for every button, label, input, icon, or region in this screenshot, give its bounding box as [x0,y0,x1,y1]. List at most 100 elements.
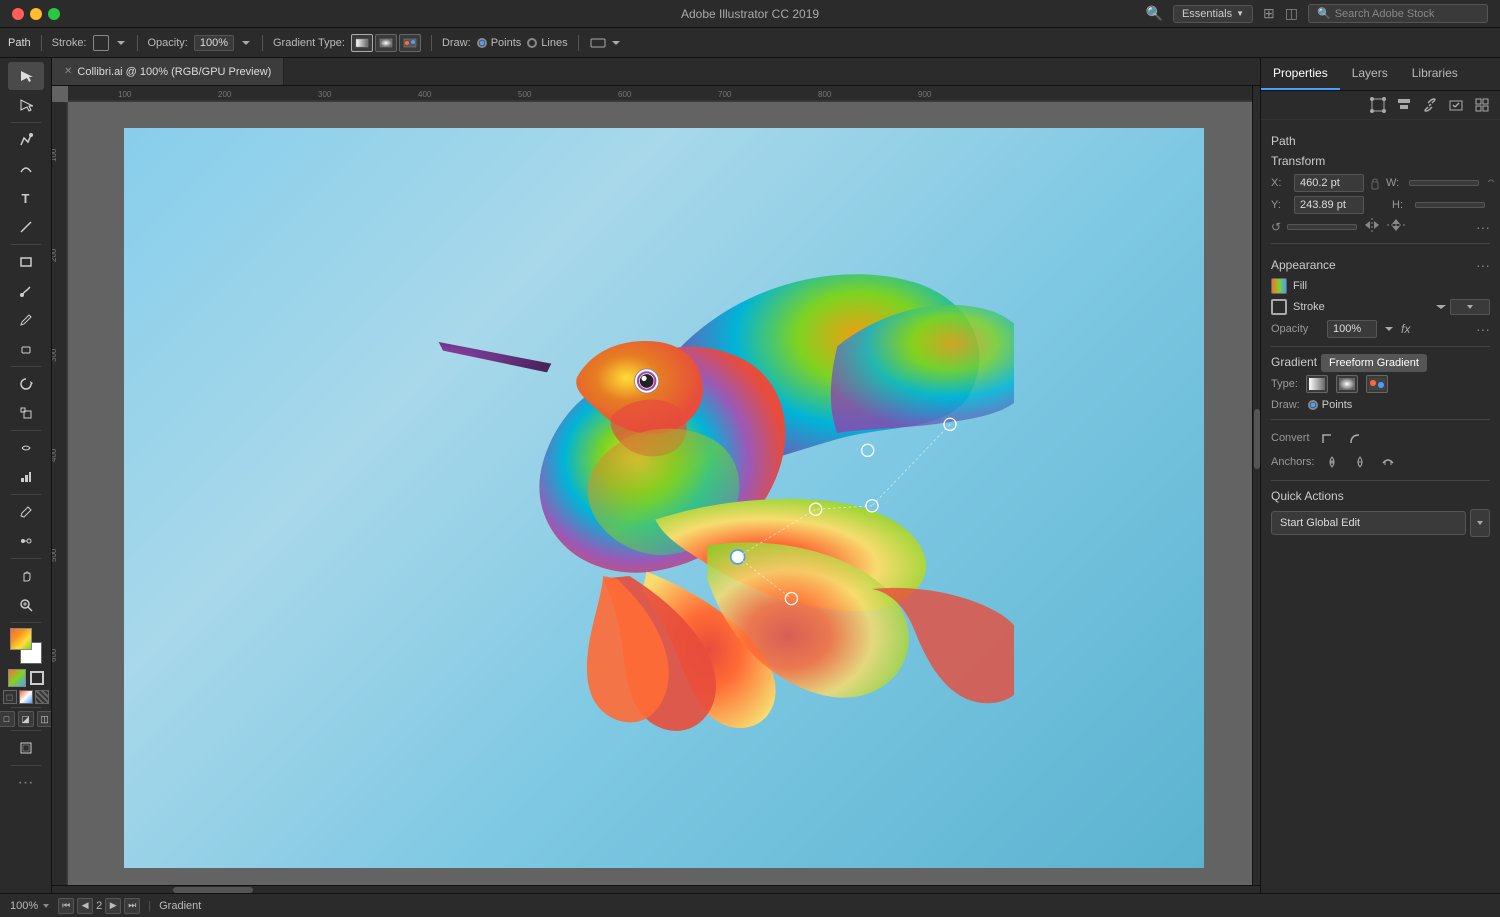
tab-layers[interactable]: Layers [1340,58,1400,90]
draw-normal-btn[interactable]: □ [0,711,15,727]
column-graph-tool[interactable] [8,463,44,491]
gradient-fill-btn[interactable] [19,690,33,704]
search-stock-icon: 🔍 [1317,7,1331,20]
points-radio[interactable] [477,38,487,48]
vertical-scrollbar-thumb[interactable] [1254,409,1260,469]
panel-icon[interactable]: ◫ [1285,5,1298,22]
global-edit-dropdown[interactable] [1470,509,1490,537]
search-stock-input[interactable]: 🔍 Search Adobe Stock [1308,4,1488,23]
selection-tool[interactable] [8,62,44,90]
embed-icon[interactable] [1446,95,1466,115]
radial-gradient-btn[interactable] [1336,375,1358,393]
h-value[interactable] [1415,202,1485,208]
scale-tool[interactable] [8,399,44,427]
tab-libraries[interactable]: Libraries [1400,58,1470,90]
arrange-icon[interactable]: ⊞ [1263,5,1275,22]
fx-button[interactable]: fx [1401,322,1410,336]
convert-anchor-corner-btn[interactable] [1318,428,1338,448]
nav-prev-btn[interactable]: ◀ [77,898,93,914]
horizontal-scrollbar-thumb[interactable] [173,887,253,893]
tab-properties[interactable]: Properties [1261,58,1340,90]
blend-tool[interactable] [8,527,44,555]
start-global-edit-button[interactable]: Start Global Edit [1271,511,1466,535]
artboard-tool[interactable] [8,734,44,762]
more-tools[interactable]: ··· [8,769,44,797]
artboard-number[interactable]: 2 [96,900,102,912]
foreground-color-swatch[interactable] [10,628,32,650]
eyedropper-tool[interactable] [8,498,44,526]
opacity-arrow-icon[interactable] [1383,323,1395,335]
appearance-more-btn[interactable]: ··· [1476,257,1490,273]
nav-last-btn[interactable]: ⏭ [124,898,140,914]
paintbrush-tool[interactable] [8,277,44,305]
appearance-more-2[interactable]: ··· [1476,321,1490,337]
canvas-wrapper[interactable]: 100 200 300 400 500 600 700 800 900 100 … [52,86,1260,893]
pencil-tool[interactable] [8,306,44,334]
search-icon[interactable]: 🔍 [1146,5,1163,22]
pattern-fill-btn[interactable] [35,690,49,704]
tab-close[interactable]: ✕ [64,66,72,77]
hand-tool[interactable] [8,562,44,590]
vertical-scrollbar[interactable] [1252,86,1260,893]
flip-vertical-icon[interactable] [1387,218,1405,235]
remove-anchor-btn[interactable] [1350,452,1370,472]
linear-gradient-btn[interactable] [1306,375,1328,393]
close-button[interactable] [12,8,24,20]
nav-first-btn[interactable]: ⏮ [58,898,74,914]
grid-icon[interactable] [1472,95,1492,115]
fill-color-box[interactable] [8,669,26,687]
stroke-color-box[interactable] [30,671,44,685]
y-value[interactable]: 243.89 pt [1294,196,1364,214]
rotate-value[interactable] [1287,224,1357,230]
draw-inside-btn[interactable]: ◫ [37,711,53,727]
convert-anchor-smooth-btn[interactable] [1346,428,1366,448]
eraser-tool[interactable] [8,335,44,363]
more-options-btn[interactable]: ··· [1476,219,1490,235]
minimize-button[interactable] [30,8,42,20]
line-tool[interactable] [8,213,44,241]
maximize-button[interactable] [48,8,60,20]
transform-panel-icon[interactable] [1368,95,1388,115]
opacity-value[interactable]: 100% [194,35,234,51]
constrain-proportions-icon[interactable] [1485,176,1497,191]
artboard[interactable] [124,128,1204,868]
zoom-value[interactable]: 100% [10,900,38,912]
x-value[interactable]: 460.2 pt [1294,174,1364,192]
type-tool[interactable]: T [8,184,44,212]
gradient-radial-btn[interactable] [375,34,397,52]
fill-preview[interactable] [1271,278,1287,294]
gradient-options-icon[interactable] [589,34,607,52]
curvature-tool[interactable] [8,155,44,183]
w-value[interactable] [1409,180,1479,186]
dropdown-arrow-icon[interactable] [610,37,622,49]
stroke-options-icon[interactable] [1434,301,1448,313]
draw-behind-btn[interactable]: ◪ [18,711,34,727]
gradient-freeform-btn[interactable] [399,34,421,52]
stroke-swatch[interactable] [93,35,109,51]
gradient-linear-btn[interactable] [351,34,373,52]
add-anchor-btn[interactable] [1322,452,1342,472]
pen-tool[interactable] [8,126,44,154]
warp-tool[interactable] [8,434,44,462]
flip-horizontal-icon[interactable] [1363,218,1381,235]
none-fill-btn[interactable]: ◻ [3,690,17,704]
freeform-gradient-btn[interactable]: Freeform Gradient [1366,375,1388,393]
lines-radio[interactable] [527,38,537,48]
align-panel-icon[interactable] [1394,95,1414,115]
direct-selection-tool[interactable] [8,91,44,119]
link-icon[interactable] [1420,95,1440,115]
smooth-anchor-btn[interactable] [1378,452,1398,472]
document-tab[interactable]: ✕ Collibri.ai @ 100% (RGB/GPU Preview) [52,58,284,85]
draw-points-radio[interactable] [1308,400,1318,410]
zoom-tool[interactable] [8,591,44,619]
stroke-dropdown[interactable] [1450,299,1490,315]
stroke-preview[interactable] [1271,299,1287,315]
rectangle-tool[interactable] [8,248,44,276]
opacity-value-prop[interactable]: 100% [1327,320,1377,338]
zoom-dropdown-icon[interactable] [42,902,50,910]
rotate-tool[interactable] [8,370,44,398]
essentials-button[interactable]: Essentials ▼ [1173,5,1253,23]
nav-next-btn[interactable]: ▶ [105,898,121,914]
opacity-row: Opacity 100% fx ··· [1271,320,1490,338]
horizontal-scrollbar[interactable] [52,885,1260,893]
